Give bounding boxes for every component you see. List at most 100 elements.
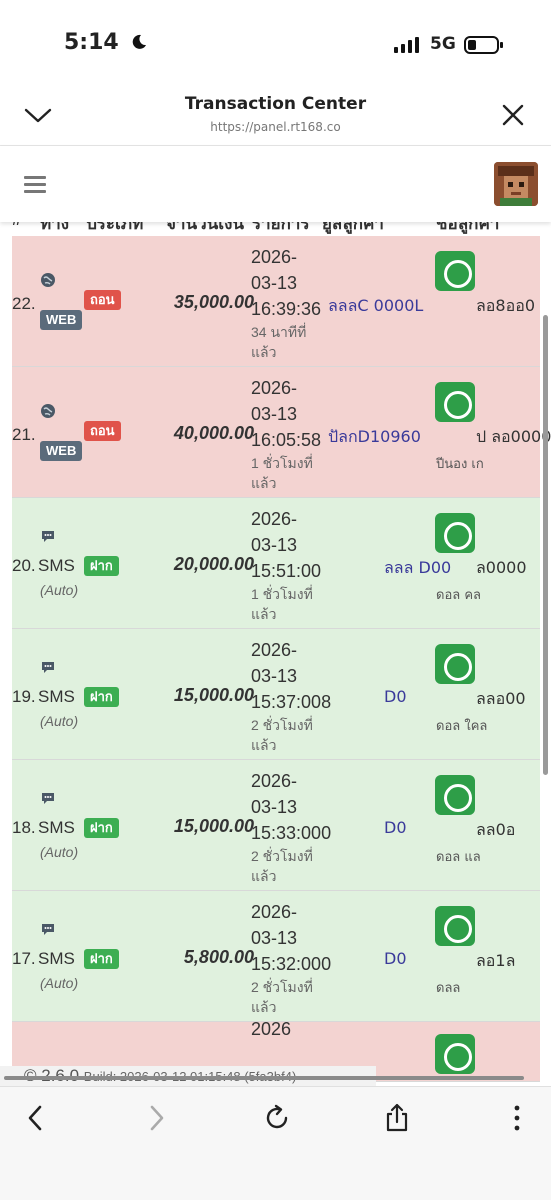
avatar[interactable] [494, 162, 538, 206]
table-row[interactable]: 21. WEB ถอน 40,000.00 2026- 03-13 16:05:58 1 ชั… [12, 367, 551, 498]
type-badge: ฝาก [84, 687, 119, 707]
line-icon[interactable] [435, 775, 475, 815]
hamburger-icon[interactable] [24, 176, 46, 194]
channel-label: SMS [38, 949, 75, 968]
col-user: ยูสลูกค้า [322, 222, 384, 233]
table-row[interactable]: 20. SMS ฝาก (Auto) 20,000.00 2026- 03-13 15:51:… [12, 498, 540, 629]
row-date: 2026- 03-13 16:39:36 [251, 244, 321, 322]
row-amount: 40,000.00 [173, 423, 254, 443]
channel-label: SMS [38, 556, 75, 575]
row-index: 17. [12, 949, 36, 968]
row-customer: ลล0อ [476, 820, 516, 839]
channel-badge: WEB [40, 441, 83, 461]
row-amount: 20,000.00 [173, 554, 254, 574]
channel-label: SMS [38, 687, 75, 706]
type-badge: ถอน [84, 421, 121, 441]
signal-icon [394, 37, 419, 53]
row-date: 2026- 03-13 16:05:58 [251, 375, 321, 453]
row-ago-text: 2 ชั่วโมงที่ [251, 979, 313, 995]
row-username[interactable]: D0 [384, 949, 407, 968]
type-badge: ฝาก [84, 949, 119, 969]
row-username[interactable]: ลลล D00 [384, 556, 451, 581]
row-username[interactable]: ลลลC 0000L [328, 294, 423, 319]
row-customer: ล0000 [476, 558, 527, 577]
row-date-year: 2026- [251, 640, 298, 660]
row-username[interactable]: D0 [384, 818, 407, 837]
row-customer: ลอ1ล [476, 951, 516, 970]
row-ago-text: 2 ชั่วโมงที่ [251, 848, 313, 864]
auto-label: (Auto) [40, 582, 79, 598]
forward-icon[interactable] [140, 1103, 170, 1133]
row-ago-text-2: แล้ว [251, 999, 277, 1015]
row-amount: 15,000.00 [173, 816, 254, 836]
row-date-day: 03-13 [251, 928, 298, 948]
row-amount: 15,000.00 [173, 685, 254, 705]
row-ago-text: 2 ชั่วโมงที่ [251, 717, 313, 733]
row-username[interactable]: ปัลกD10960 [328, 425, 421, 450]
table-row[interactable]: 19. SMS ฝาก (Auto) 15,000.00 2026- 03-13 15:37:… [12, 629, 540, 760]
status-bar: 5:14 5G [0, 0, 551, 80]
row-ago: 34 นาทีที่ แล้ว [251, 322, 306, 362]
page-url[interactable]: https://panel.rt168.co [0, 120, 551, 134]
share-icon[interactable] [382, 1103, 412, 1133]
row-customer: ลลอ00 [476, 689, 526, 708]
line-icon[interactable] [435, 1034, 475, 1074]
row-date-day: 03-13 [251, 404, 298, 424]
row-time: 15:32:000 [251, 954, 332, 974]
line-icon[interactable] [435, 513, 475, 553]
row-username[interactable]: D0 [384, 687, 407, 706]
back-icon[interactable] [22, 1103, 52, 1133]
network-label: 5G [430, 34, 456, 54]
row-ago-text-2: แล้ว [251, 606, 277, 622]
row-index: 20. [12, 556, 36, 575]
row-date: 2026- 03-13 15:51:00 [251, 506, 321, 584]
chat-icon [42, 924, 54, 935]
horizontal-scrollbar[interactable] [4, 1076, 524, 1080]
row-date: 2026- 03-13 15:37:008 [251, 637, 331, 715]
table-header: # ทาง ประเภท จำนวนเงิน รายการ ยูสลูกค้า … [0, 222, 551, 236]
row-index: 18. [12, 818, 36, 837]
vertical-scrollbar[interactable] [543, 315, 548, 775]
table-row[interactable]: 18. SMS ฝาก (Auto) 15,000.00 2026- 03-13 15:33:… [12, 760, 540, 891]
auto-label: (Auto) [40, 975, 79, 991]
line-icon[interactable] [435, 906, 475, 946]
status-time: 5:14 [64, 30, 148, 55]
chat-icon [42, 531, 54, 542]
row-customer-sub: ดอล แล [436, 850, 481, 865]
row-date-day: 03-13 [251, 797, 298, 817]
row-date-year: 2026- [251, 509, 298, 529]
table-body: 22. WEB ถอน 35,000.00 2026- 03-13 16:39:36 34 น… [12, 236, 551, 1082]
line-icon[interactable] [435, 251, 475, 291]
battery-icon [464, 36, 503, 54]
chat-icon [42, 793, 54, 804]
line-icon[interactable] [435, 382, 475, 422]
chat-icon [42, 662, 54, 673]
row-time: 15:33:000 [251, 823, 332, 843]
row-index: 21. [12, 425, 36, 444]
auto-label: (Auto) [40, 844, 79, 860]
row-ago-text: 1 ชั่วโมงที่ [251, 586, 313, 602]
row-ago-text-2: แล้ว [251, 475, 277, 491]
row-date-year: 2026- [251, 902, 298, 922]
row-time: 15:51:00 [251, 561, 322, 581]
table-row[interactable]: 17. SMS ฝาก (Auto) 5,800.00 2026- 03-13 15:32:0… [12, 891, 540, 1022]
moon-icon [133, 34, 147, 49]
line-icon[interactable] [435, 644, 475, 684]
globe-icon [41, 404, 55, 418]
row-date: 2026 [251, 1019, 292, 1039]
row-date-day: 03-13 [251, 273, 298, 293]
row-date: 2026- 03-13 15:32:000 [251, 899, 331, 977]
more-icon[interactable] [502, 1103, 532, 1133]
row-customer: ป ลอ0000 [476, 427, 551, 446]
globe-icon [41, 273, 55, 287]
reload-icon[interactable] [262, 1103, 292, 1133]
row-ago: 2 ชั่วโมงที่ แล้ว [251, 715, 313, 755]
row-date-year: 2026- [251, 771, 298, 791]
row-ago: 2 ชั่วโมงที่ แล้ว [251, 846, 313, 886]
auto-label: (Auto) [40, 713, 79, 729]
col-time: รายการ [252, 222, 310, 233]
transaction-table: # ทาง ประเภท จำนวนเงิน รายการ ยูสลูกค้า … [0, 222, 551, 1086]
row-time: 16:39:36 [251, 299, 322, 319]
table-row[interactable]: 22. WEB ถอน 35,000.00 2026- 03-13 16:39:36 34 น… [12, 236, 540, 367]
close-icon[interactable] [502, 104, 524, 126]
